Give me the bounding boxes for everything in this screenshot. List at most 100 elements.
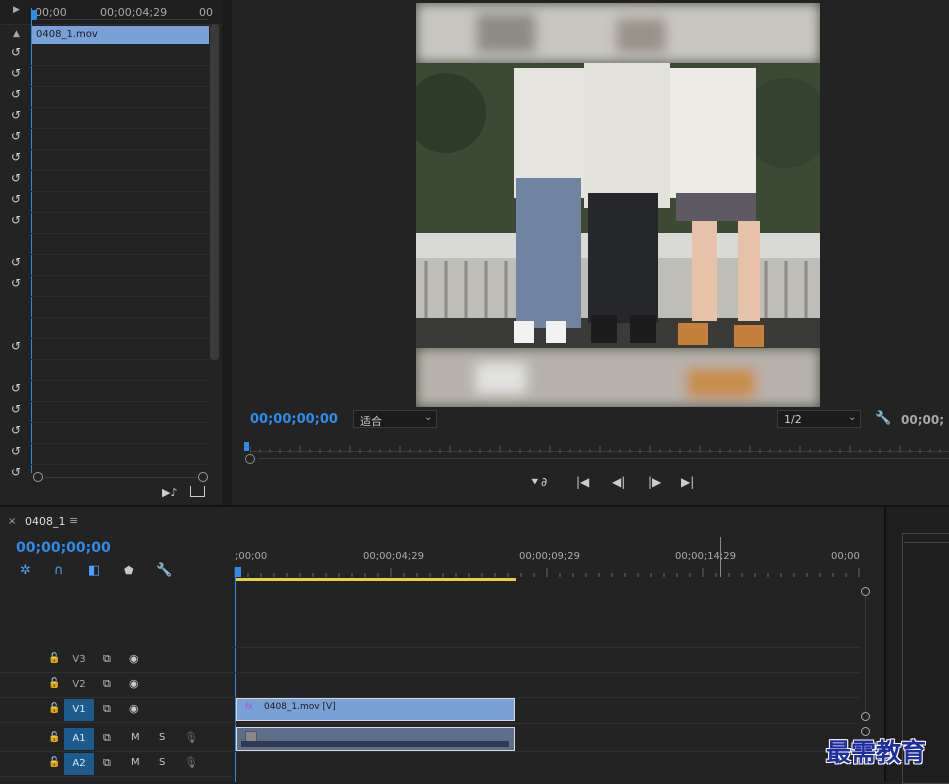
effect-controls-panel: ▶ 00;00 00;00;04;29 00 ▲ 0408_1.mov ▶♪ ↺… xyxy=(0,0,222,505)
linked-selection-icon[interactable]: ◧ xyxy=(88,563,100,578)
voice-over-record-icon[interactable]: 🎙 xyxy=(184,756,198,769)
go-to-in-icon[interactable]: |◀ xyxy=(576,475,589,489)
solo-track-button[interactable]: S xyxy=(159,732,165,743)
tab-menu-icon[interactable]: ≡ xyxy=(69,514,78,527)
reset-parameter-icon[interactable]: ↺ xyxy=(10,256,22,268)
zoom-handle-right[interactable] xyxy=(198,472,208,482)
voice-over-record-icon[interactable]: 🎙 xyxy=(184,731,198,744)
program-scrubber[interactable] xyxy=(244,439,949,467)
track-target-v1[interactable]: V1 xyxy=(64,699,94,721)
track-target-v2[interactable]: V2 xyxy=(64,674,94,696)
ec-clip-bar[interactable]: 0408_1.mov xyxy=(31,26,209,44)
timeline-ruler[interactable]: ;00;00 00;00;04;29 00;00;09;29 00;00;14;29 0… xyxy=(232,547,860,581)
toggle-visibility-eye-icon[interactable]: ◉ xyxy=(129,702,139,715)
track-header-a2[interactable]: 🔓 A2 ⧉ M S 🎙 xyxy=(0,752,232,777)
sync-lock-icon[interactable]: ⧉ xyxy=(103,652,111,666)
resolution-dropdown[interactable]: 1/2 ⌄ xyxy=(777,410,861,428)
sequence-tab[interactable]: 0408_1 xyxy=(25,515,66,528)
sync-lock-icon[interactable]: ⧉ xyxy=(103,731,111,745)
step-back-icon[interactable]: ◀| xyxy=(612,475,625,489)
zoom-dropdown[interactable]: 适合 ⌄ xyxy=(353,410,437,428)
timeline-ruler-label: ;00;00 xyxy=(235,551,268,562)
reset-parameter-icon[interactable]: ↺ xyxy=(10,340,22,352)
nest-toggle-icon[interactable]: ✲ xyxy=(20,563,31,578)
reset-parameter-icon[interactable]: ↺ xyxy=(10,130,22,142)
lock-track-icon[interactable]: 🔓 xyxy=(48,678,60,689)
watermark: 最需教育 xyxy=(826,738,927,767)
track-target-v3[interactable]: V3 xyxy=(64,649,94,671)
reset-parameter-icon[interactable]: ↺ xyxy=(10,109,22,121)
track-target-a2[interactable]: A2 xyxy=(64,753,94,775)
track-header-a1[interactable]: 🔓 A1 ⧉ M S 🎙 xyxy=(0,727,232,752)
effect-controls-ruler[interactable]: ▶ 00;00 00;00;04;29 00 xyxy=(0,0,222,25)
toggle-visibility-eye-icon[interactable]: ◉ xyxy=(129,652,139,665)
sync-lock-icon[interactable]: ⧉ xyxy=(103,677,111,691)
reset-parameter-icon[interactable]: ↺ xyxy=(10,193,22,205)
toggle-visibility-eye-icon[interactable]: ◉ xyxy=(129,677,139,690)
wrench-icon[interactable]: 🔧 xyxy=(875,411,891,426)
reset-parameter-icon[interactable]: ↺ xyxy=(10,151,22,163)
add-marker-icon[interactable]: ⯆ xyxy=(530,475,540,490)
timeline-timecode[interactable]: 00;00;00;00 xyxy=(16,540,111,556)
lock-track-icon[interactable]: 🔓 xyxy=(48,732,60,743)
video-frame xyxy=(416,3,820,407)
reset-parameter-icon[interactable]: ↺ xyxy=(10,403,22,415)
sync-lock-icon[interactable]: ⧉ xyxy=(103,756,111,770)
play-audio-icon[interactable]: ▶♪ xyxy=(162,486,177,499)
chevron-down-icon: ⌄ xyxy=(424,412,433,423)
scrubber-zoom-handle[interactable] xyxy=(245,454,255,464)
reset-parameter-icon[interactable]: ↺ xyxy=(10,67,22,79)
ec-zoom-bar[interactable] xyxy=(0,469,222,485)
reset-parameter-icon[interactable]: ↺ xyxy=(10,277,22,289)
zoom-dropdown-value: 适合 xyxy=(360,415,382,428)
scrubber-ticks xyxy=(250,446,941,453)
ec-playhead-line xyxy=(31,8,32,473)
ruler-start-label: 00;00 xyxy=(35,6,67,19)
mute-track-button[interactable]: M xyxy=(131,757,140,768)
track-header-v1[interactable]: 🔓 V1 ⧉ ◉ xyxy=(0,698,232,723)
track-header-v3[interactable]: 🔓 V3 ⧉ ◉ xyxy=(0,648,232,673)
audio-clip-a1[interactable] xyxy=(236,727,515,751)
lock-track-icon[interactable]: 🔓 xyxy=(48,653,60,664)
link-icon[interactable]: ∂ xyxy=(541,475,547,489)
program-playhead[interactable] xyxy=(244,442,249,451)
add-marker-icon[interactable]: ⬟ xyxy=(124,564,134,577)
lock-track-icon[interactable]: 🔓 xyxy=(48,703,60,714)
fx-badge: fx xyxy=(245,702,253,711)
chevron-down-icon: ⌄ xyxy=(848,412,857,423)
zoom-handle-left[interactable] xyxy=(33,472,43,482)
timeline-settings-wrench-icon[interactable]: 🔧 xyxy=(156,563,172,578)
expand-arrow-icon[interactable]: ▶ xyxy=(13,5,20,15)
export-icon[interactable] xyxy=(190,486,205,497)
track-target-a1[interactable]: A1 xyxy=(64,728,94,750)
ruler-end-label: 00 xyxy=(199,6,213,19)
reset-parameter-icon[interactable]: ↺ xyxy=(10,214,22,226)
go-to-out-icon[interactable]: ▶| xyxy=(681,475,694,489)
timeline-panel: × 0408_1 ≡ 00;00;00;00 ✲ ∩ ◧ ⬟ 🔧 ;00;00 0… xyxy=(0,507,884,782)
reset-parameter-icon[interactable]: ↺ xyxy=(10,424,22,436)
step-forward-icon[interactable]: |▶ xyxy=(648,475,661,489)
track-header-v2[interactable]: 🔓 V2 ⧉ ◉ xyxy=(0,673,232,698)
solo-track-button[interactable]: S xyxy=(159,757,165,768)
sync-lock-icon[interactable]: ⧉ xyxy=(103,702,111,716)
snap-magnet-icon[interactable]: ∩ xyxy=(54,563,64,578)
work-area-bar[interactable] xyxy=(235,578,516,581)
timeline-ruler-label: 00;00;14;29 xyxy=(675,551,737,562)
reset-parameter-icon[interactable]: ↺ xyxy=(10,88,22,100)
transport-controls: ⯆ ∂ |◀ ◀| |▶ ▶| xyxy=(528,474,708,494)
reset-parameter-icon[interactable]: ↺ xyxy=(10,382,22,394)
reset-parameter-icon[interactable]: ↺ xyxy=(10,445,22,457)
ec-scrollbar[interactable] xyxy=(210,24,219,360)
program-timecode[interactable]: 00;00;00;00 xyxy=(250,412,338,427)
timeline-ruler-label: 00;00 xyxy=(831,551,860,562)
mute-track-button[interactable]: M xyxy=(131,732,140,743)
video-clip-v1[interactable]: fx 0408_1.mov [V] xyxy=(236,698,515,721)
lock-track-icon[interactable]: 🔓 xyxy=(48,757,60,768)
reset-parameter-icon[interactable]: ↺ xyxy=(10,46,22,58)
close-tab-icon[interactable]: × xyxy=(8,516,16,527)
reset-parameter-icon[interactable]: ↺ xyxy=(10,466,22,478)
timeline-playhead[interactable] xyxy=(235,567,241,577)
collapse-arrow-icon[interactable]: ▲ xyxy=(13,29,20,39)
reset-parameter-icon[interactable]: ↺ xyxy=(10,172,22,184)
ruler-mid-label: 00;00;04;29 xyxy=(100,6,168,19)
